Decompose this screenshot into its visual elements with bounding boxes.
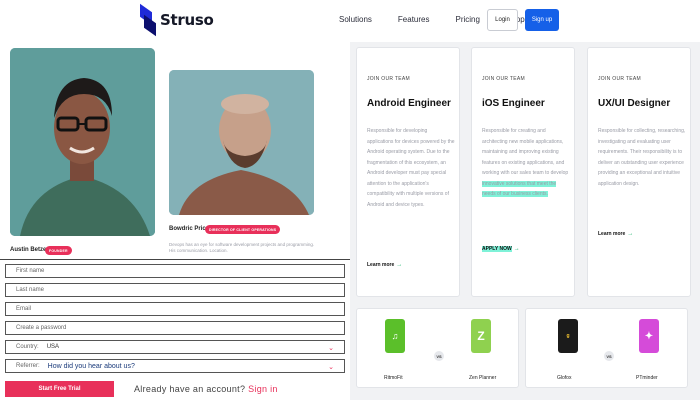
start-free-trial-button[interactable]: Start Free Trial [5,381,114,397]
role-badge: DIRECTOR OF CLIENT OPERATIONS [205,225,281,234]
job-card-uxui: JOIN OUR TEAM UX/UI Designer Responsible… [587,47,691,297]
country-select[interactable]: Country: USA ⌄ [5,340,345,354]
login-button[interactable]: Login [487,9,518,31]
job-card-android: JOIN OUR TEAM Android Engineer Responsib… [356,47,460,297]
team-member-name: Bowdric Price [169,226,210,232]
learn-more-link[interactable]: Learn more → [367,262,402,268]
last-name-field[interactable]: Last name [5,283,345,297]
comparison-card-ritmofit-zenplanner[interactable]: ♫ VS Z RitmoFit Zen Planner [356,308,519,388]
job-card-ios: JOIN OUR TEAM iOS Engineer Responsible f… [471,47,575,297]
app-name: Glofox [557,375,572,381]
arrow-right-icon: → [627,231,634,237]
vs-badge: VS [434,351,444,361]
nav-link-features[interactable]: Features [398,15,443,24]
ritmofit-logo-icon: ♫ [385,319,405,353]
sign-in-link[interactable]: Sign in [248,384,278,394]
job-title: iOS Engineer [482,98,545,109]
top-navbar: Struso Solutions Features Pricing Suppor… [0,0,700,42]
job-title: Android Engineer [367,98,451,109]
referrer-select[interactable]: Referrer: How did you hear about us? ⌄ [5,359,345,373]
nav-link-solutions[interactable]: Solutions [339,15,385,24]
apply-now-link[interactable]: APPLY NOW → [482,246,520,252]
person-portrait-icon [10,48,155,236]
sign-in-prompt: Already have an account? Sign in [134,384,278,394]
app-name: RitmoFit [384,375,403,381]
learn-more-link[interactable]: Learn more → [598,231,633,237]
arrow-right-icon: → [513,246,520,252]
comparison-card-glofox-ptminder[interactable]: g VS ✦ Glofox PTminder [525,308,688,388]
vs-badge: VS [604,351,614,361]
ptminder-logo-icon: ✦ [639,319,659,353]
glofox-logo-icon: g [558,319,578,353]
job-description: Responsible for creating and architectin… [482,128,569,197]
first-name-field[interactable]: First name [5,264,345,278]
highlighted-text: innovative solutions that meet the needs… [482,180,557,197]
chevron-down-icon: ⌄ [328,364,334,371]
job-title: UX/UI Designer [598,98,671,109]
team-member-name: Austin Betzer [10,247,49,253]
person-portrait-icon [169,70,314,215]
chevron-down-icon: ⌄ [328,345,334,352]
job-eyebrow: JOIN OUR TEAM [598,76,641,82]
arrow-right-icon: → [396,262,403,268]
team-photo-austin [10,48,155,236]
role-badge: FOUNDER [45,246,72,255]
logo-mark-icon [140,3,156,37]
logo-text: Struso [160,11,214,29]
signup-button[interactable]: Sign up [525,9,559,31]
password-field[interactable]: Create a password [5,321,345,335]
job-eyebrow: JOIN OUR TEAM [367,76,410,82]
team-photo-bowdric [169,70,314,215]
job-eyebrow: JOIN OUR TEAM [482,76,525,82]
logo[interactable]: Struso [140,3,214,37]
country-value: USA [46,344,60,350]
email-field[interactable]: Email [5,302,345,316]
job-description: Responsible for developing applications … [367,128,455,208]
team-member-bio: Devops has an eye for software developme… [169,242,315,253]
divider [0,259,350,260]
referrer-question: How did you hear about us? [47,362,135,370]
app-name: PTminder [636,375,658,381]
job-description: Responsible for collecting, researching,… [598,128,686,187]
app-name: Zen Planner [469,375,497,381]
zenplanner-logo-icon: Z [471,319,491,353]
